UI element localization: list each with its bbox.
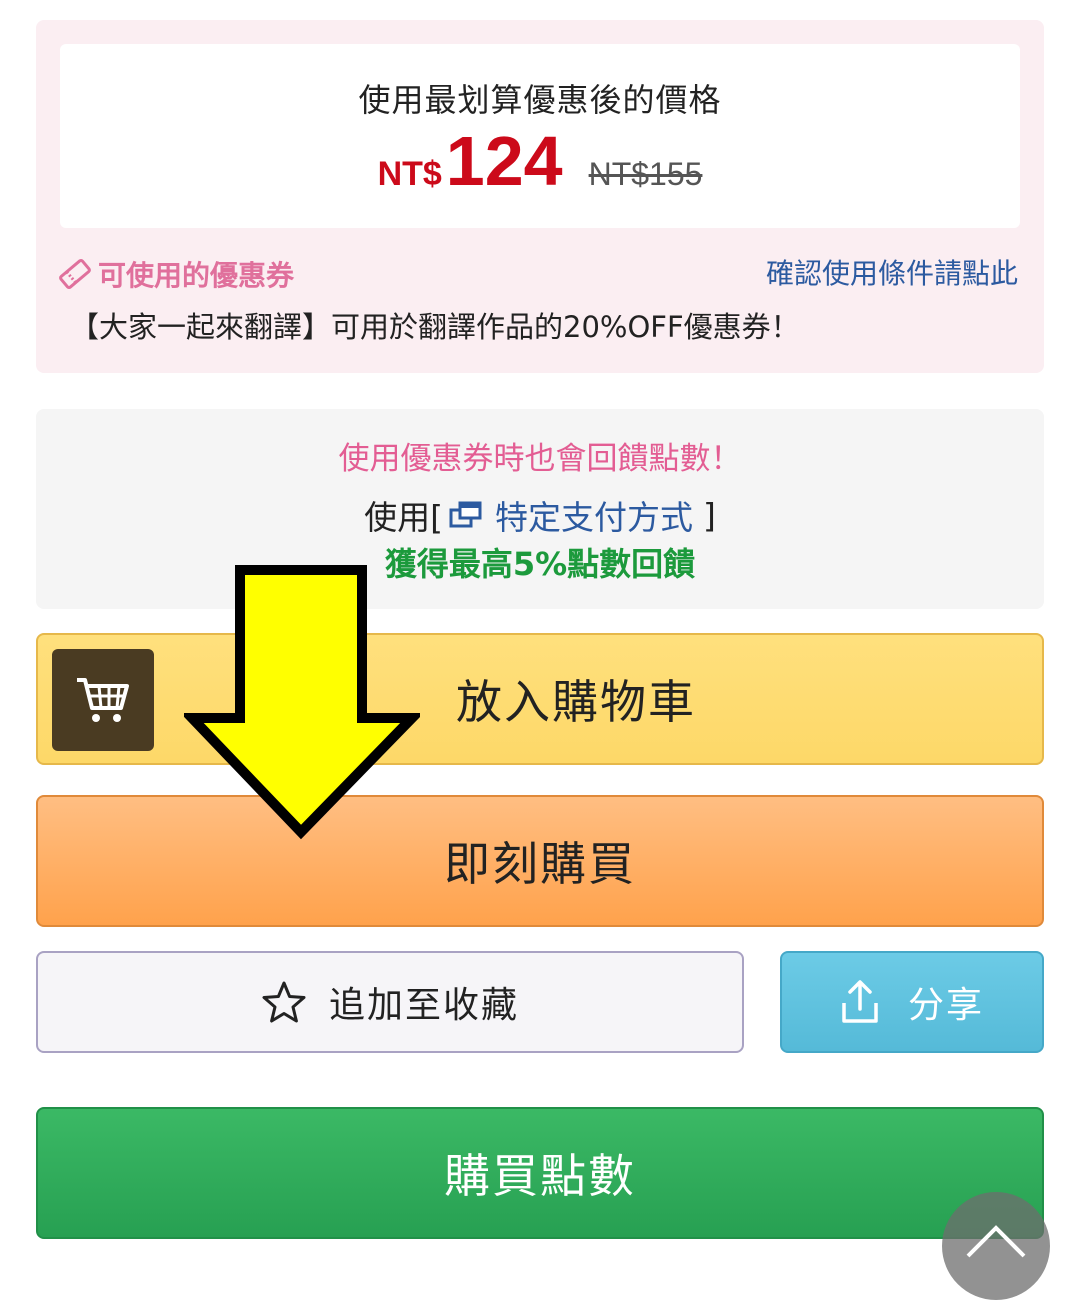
payment-suffix: ] (703, 495, 716, 535)
payment-method-link[interactable]: 特定支付方式 (443, 491, 693, 539)
coupon-label: 可使用的優惠券 (98, 259, 295, 292)
price-card: 使用最划算優惠後的價格 NT$ 124 NT$155 (60, 44, 1020, 228)
buy-now-label: 即刻購買 (444, 837, 636, 891)
coupon-label-row: 可使用的優惠券 (58, 254, 294, 294)
add-to-cart-label: 放入購物車 (456, 675, 696, 729)
back-to-top-button[interactable] (942, 1192, 1050, 1300)
original-price: NT$155 (588, 156, 703, 192)
coupon-conditions-link[interactable]: 確認使用條件請點此 (766, 254, 1018, 294)
external-window-icon (449, 501, 482, 528)
points-reward-text: 獲得最高5%點數回饋 (384, 545, 696, 583)
price-row: NT$ 124 NT$155 (60, 126, 1020, 206)
add-to-cart-button[interactable]: 放入購物車 (36, 633, 1044, 765)
price-currency: NT$ (377, 155, 442, 193)
payment-method-row: 使用[ 特定支付方式 ] (36, 491, 1044, 539)
share-label: 分享 (907, 985, 984, 1026)
chevron-up-icon (966, 1225, 1026, 1258)
share-upload-icon (842, 980, 878, 1023)
cart-icon (52, 649, 154, 751)
add-favorite-button[interactable]: 追加至收藏 (36, 951, 744, 1053)
payment-method-label: 特定支付方式 (495, 498, 693, 537)
buy-points-label: 購買點數 (444, 1149, 636, 1203)
points-notice: 使用優惠券時也會回饋點數！ (338, 441, 742, 477)
coupon-description: 【大家一起來翻譯】可用於翻譯作品的20%OFF優惠券！ (70, 310, 800, 344)
payment-prefix: 使用[ (364, 498, 443, 537)
coupon-panel: 使用最划算優惠後的價格 NT$ 124 NT$155 可使用的優惠券 確認使用條… (36, 20, 1044, 373)
coupon-tag-icon (59, 258, 91, 290)
add-favorite-label: 追加至收藏 (328, 985, 519, 1026)
price-heading: 使用最划算優惠後的價格 (358, 81, 722, 119)
buy-now-button[interactable]: 即刻購買 (36, 795, 1044, 927)
points-info-panel: 使用優惠券時也會回饋點數！ 使用[ 特定支付方式 ] 獲得最高5%點數回饋 (36, 409, 1044, 609)
star-icon (262, 981, 306, 1023)
discounted-price: 124 (445, 122, 563, 200)
share-button[interactable]: 分享 (780, 951, 1044, 1053)
buy-points-button[interactable]: 購買點數 (36, 1107, 1044, 1239)
